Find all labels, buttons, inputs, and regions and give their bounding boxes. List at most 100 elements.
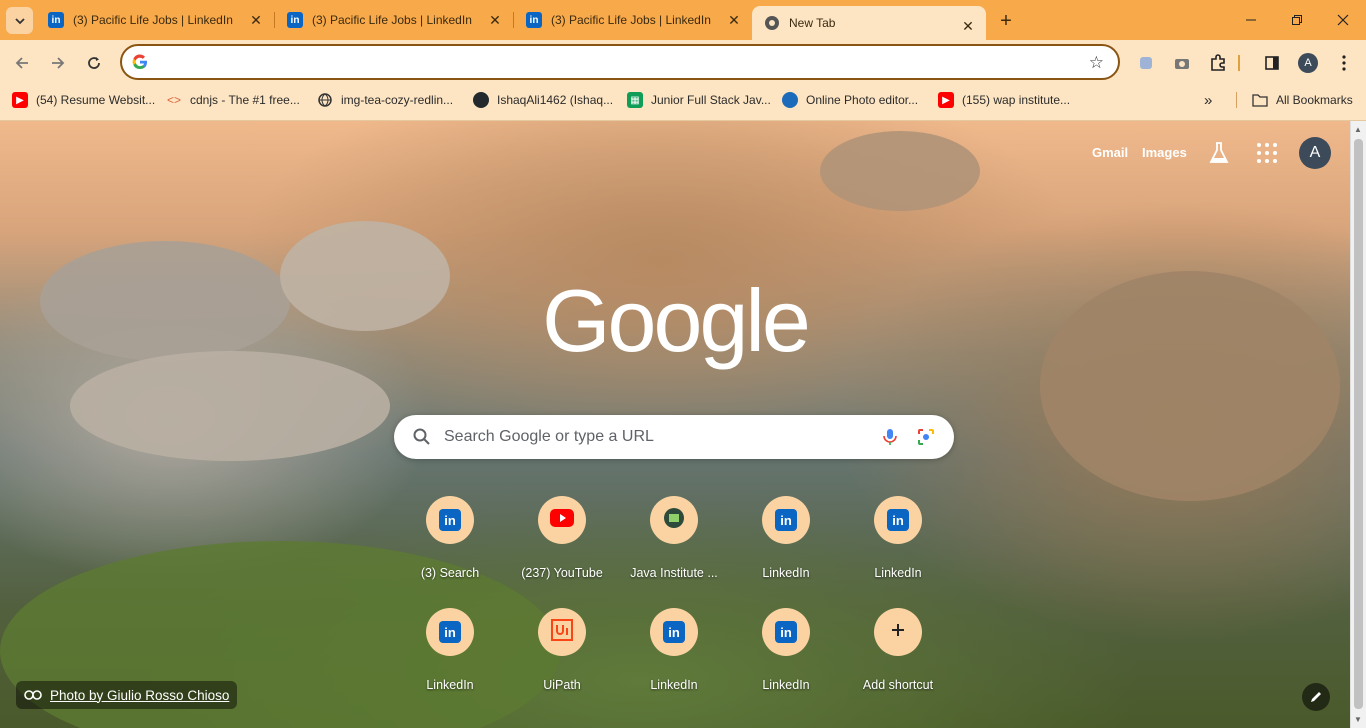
bookmark-item[interactable]: ▶ (54) Resume Websit... [12,85,155,115]
linkedin-icon: in [775,621,797,643]
shortcut-tile[interactable]: in LinkedIn [730,592,842,704]
reload-button[interactable] [82,51,106,75]
restore-button[interactable] [1274,0,1320,40]
tab-title: New Tab [789,16,836,30]
address-input[interactable] [159,50,1059,74]
search-input[interactable] [444,428,864,446]
star-icon[interactable]: ☆ [1089,53,1104,73]
restore-icon [1292,15,1302,25]
search-box[interactable] [394,415,954,459]
close-icon[interactable]: ✕ [487,12,503,28]
close-window-button[interactable] [1320,0,1366,40]
shortcut-tile[interactable]: UiPath [506,592,618,704]
scroll-down-icon[interactable]: ▼ [1354,715,1362,724]
close-icon[interactable]: ✕ [248,12,264,28]
tab-linkedin-2[interactable]: in (3) Pacific Life Jobs | LinkedIn ✕ [275,0,513,40]
forward-button[interactable] [46,51,70,75]
more-bookmarks-button[interactable]: » [1204,85,1212,115]
scroll-up-icon[interactable]: ▲ [1354,125,1362,134]
photopea-icon [782,92,798,108]
linkedin-icon: in [439,621,461,643]
tab-new-tab[interactable]: New Tab ✕ [752,6,986,40]
bookmark-item[interactable]: ▦ Junior Full Stack Jav... [627,85,771,115]
account-avatar[interactable]: A [1299,137,1331,169]
back-button[interactable] [10,51,34,75]
photo-attribution-link[interactable]: Photo by Giulio Rosso Chioso [16,681,238,709]
shortcut-label: LinkedIn [874,566,922,580]
labs-flask-icon[interactable] [1208,141,1230,165]
bookmark-item[interactable]: IshaqAli1462 (Ishaq... [473,85,613,115]
shortcut-tile[interactable]: Java Institute ... [618,480,730,592]
uipath-icon [551,618,573,646]
tab-linkedin-1[interactable]: in (3) Pacific Life Jobs | LinkedIn ✕ [36,0,274,40]
minimize-icon [1246,19,1256,21]
scrollbar-thumb[interactable] [1354,139,1363,709]
plus-icon [890,622,906,643]
shortcut-tile[interactable]: in LinkedIn [730,480,842,592]
shortcut-tile[interactable]: (237) YouTube [506,480,618,592]
linkedin-icon: in [48,12,64,28]
bookmark-item[interactable]: <> cdnjs - The #1 free... [166,85,300,115]
extension-react-icon[interactable] [1134,51,1158,75]
customize-button[interactable] [1302,683,1330,711]
bookmark-item[interactable]: ▶ (155) wap institute... [938,85,1070,115]
folder-icon [1252,92,1268,108]
address-bar[interactable]: ☆ [120,44,1120,80]
microphone-icon[interactable] [880,427,900,447]
bookmark-label: IshaqAli1462 (Ishaq... [497,93,614,107]
add-shortcut-button[interactable]: Add shortcut [842,592,954,704]
close-icon[interactable]: ✕ [726,12,742,28]
camera-icon[interactable] [1170,51,1194,75]
bookmark-label: Online Photo editor... [806,93,919,107]
shortcut-icon-circle: in [762,496,810,544]
avatar: A [1298,53,1318,73]
github-icon [473,92,489,108]
shortcut-label: LinkedIn [762,566,810,580]
tab-linkedin-3[interactable]: in (3) Pacific Life Jobs | LinkedIn ✕ [514,0,752,40]
extensions-puzzle-icon[interactable] [1206,51,1230,75]
shortcut-icon-circle [650,496,698,544]
bookmark-label: (54) Resume Websit... [36,93,156,107]
bookmark-item[interactable]: Online Photo editor... [782,85,918,115]
tab-search-button[interactable] [6,7,33,34]
gmail-link[interactable]: Gmail [1092,145,1128,160]
tab-title: (3) Pacific Life Jobs | LinkedIn [312,13,472,27]
images-link[interactable]: Images [1142,145,1187,160]
minimize-button[interactable] [1228,0,1274,40]
google-lens-icon[interactable] [916,427,936,447]
side-panel-icon[interactable] [1260,51,1284,75]
close-icon[interactable]: ✕ [960,18,976,34]
linkedin-icon: in [663,621,685,643]
bookmark-label: cdnjs - The #1 free... [190,93,300,107]
tab-strip: in (3) Pacific Life Jobs | LinkedIn ✕ in… [0,0,1366,40]
shortcut-icon-circle [538,496,586,544]
shortcut-tile[interactable]: in LinkedIn [618,592,730,704]
linkedin-icon: in [887,509,909,531]
google-g-icon [131,53,149,71]
bookmark-item[interactable]: img-tea-cozy-redlin... [317,85,453,115]
sheets-icon: ▦ [627,92,643,108]
youtube-icon: ▶ [12,92,28,108]
toolbar: ☆ A [0,40,1366,85]
all-bookmarks-label: All Bookmarks [1276,93,1353,107]
shortcut-label: LinkedIn [426,678,474,692]
tab-title: (3) Pacific Life Jobs | LinkedIn [551,13,711,27]
pencil-icon [1311,692,1321,702]
shortcut-tile[interactable]: in LinkedIn [842,480,954,592]
cdnjs-icon: <> [166,93,181,107]
profile-button[interactable]: A [1296,51,1320,75]
toolbar-divider [1238,55,1240,71]
apps-grid-icon[interactable] [1257,143,1277,163]
shortcut-label: (3) Search [420,566,480,580]
all-bookmarks-button[interactable]: All Bookmarks [1252,85,1353,115]
tab-title: (3) Pacific Life Jobs | LinkedIn [73,13,233,27]
shortcut-tile[interactable]: in LinkedIn [394,592,506,704]
shortcut-label: LinkedIn [650,678,698,692]
bookmark-label: img-tea-cozy-redlin... [341,93,454,107]
menu-kebab-icon[interactable] [1332,51,1356,75]
shortcut-tile[interactable]: in (3) Search [394,480,506,592]
chevron-down-icon [14,17,25,24]
page-scrollbar[interactable]: ▲ ▼ [1350,121,1366,728]
youtube-icon [550,508,574,532]
new-tab-button[interactable]: + [995,10,1017,32]
